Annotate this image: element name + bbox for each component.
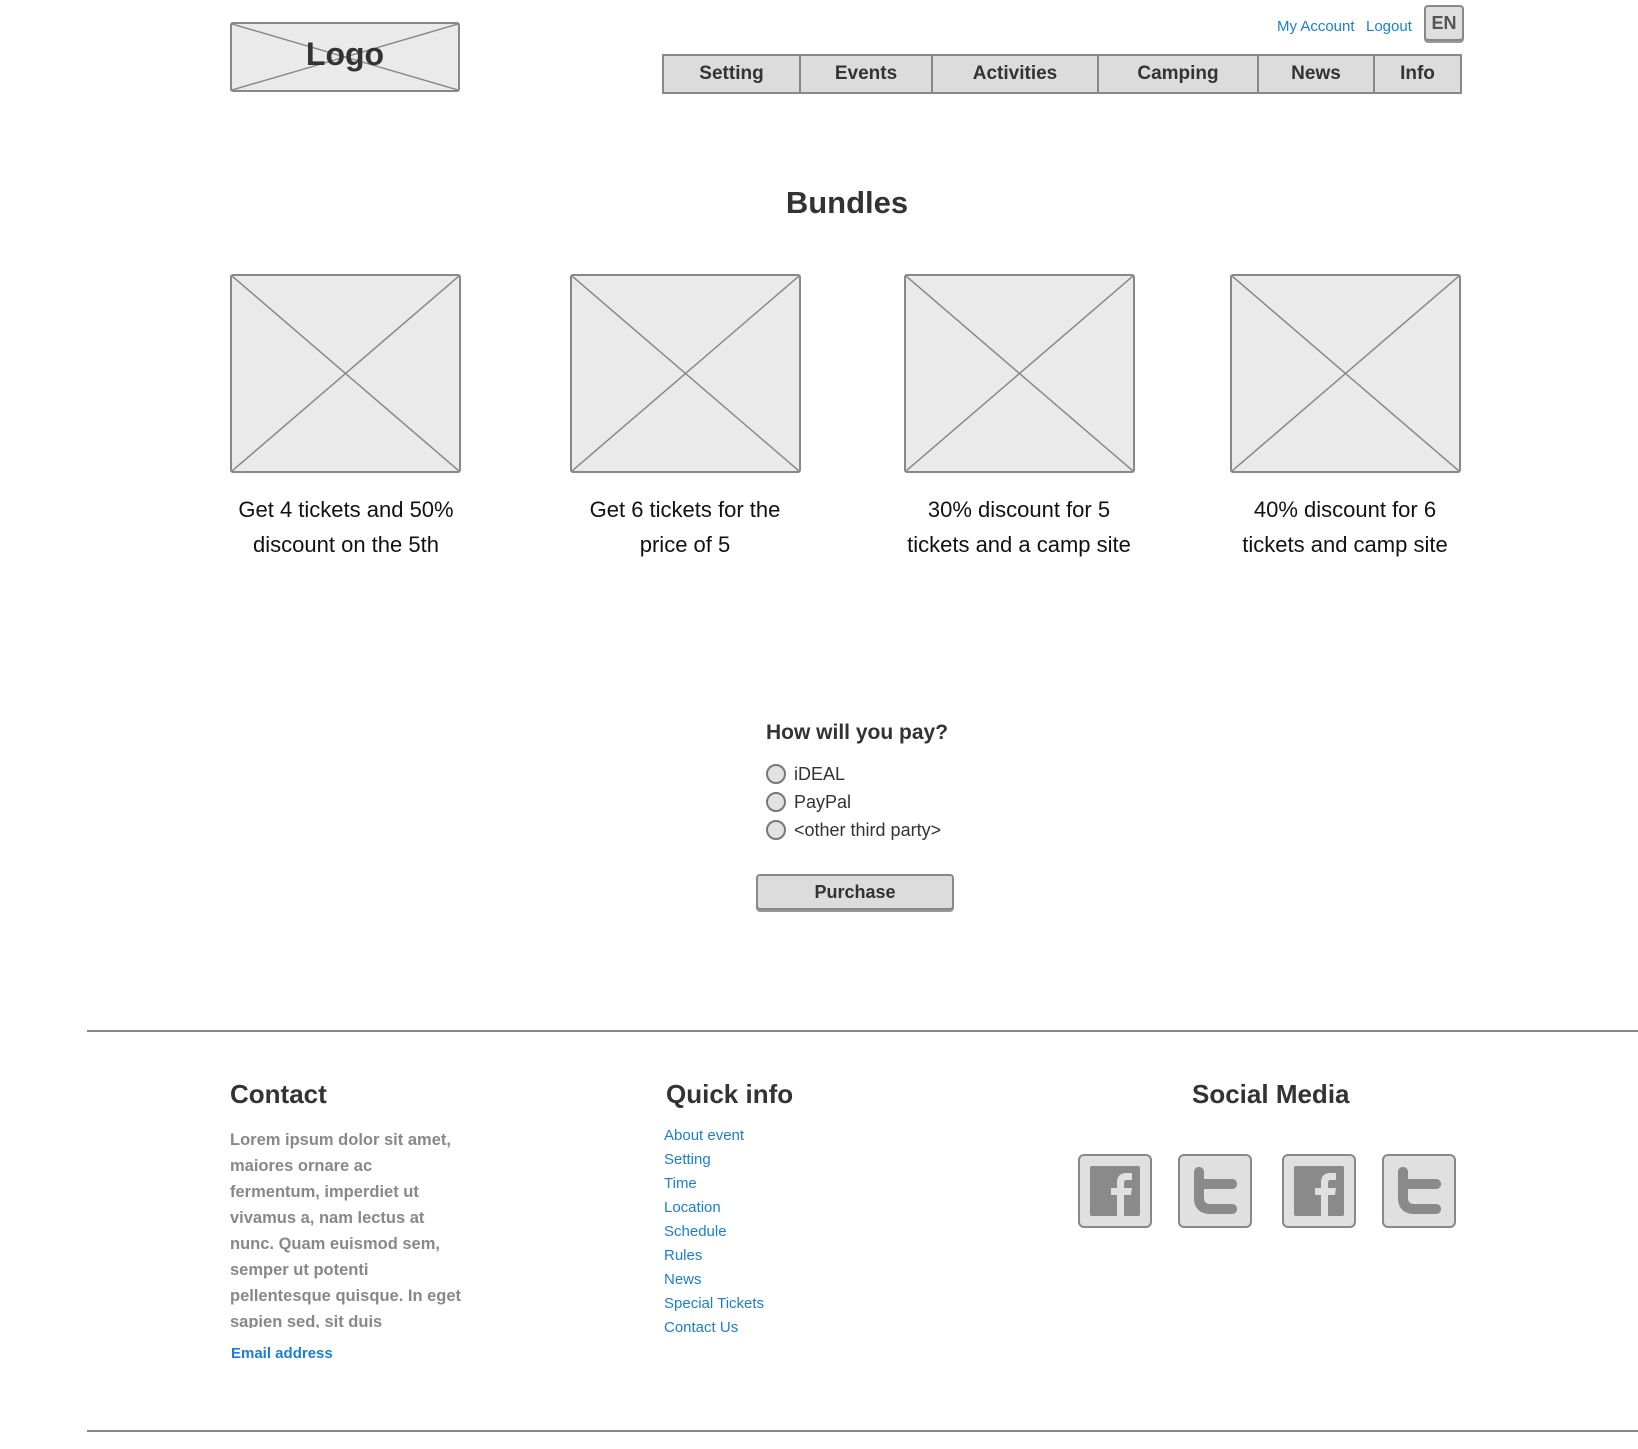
logo-text: Logo (305, 36, 385, 72)
nav-item-activities[interactable]: Activities (933, 56, 1099, 92)
footer-divider (87, 1030, 1638, 1032)
contact-text: Lorem ipsum dolor sit amet, maiores orna… (230, 1131, 462, 1328)
payment-question: How will you pay? (766, 721, 949, 744)
facebook-button[interactable] (1078, 1154, 1152, 1228)
bundle-caption: 40% discount for 6 tickets and camp site (1242, 497, 1448, 557)
my-account-link[interactable]: My Account (1277, 18, 1355, 35)
radio-button[interactable] (766, 820, 786, 840)
quick-info-links: About event Setting Time Location Schedu… (664, 1124, 764, 1340)
footer-bottom-divider (87, 1430, 1638, 1432)
main-nav: Setting Events Activities Camping News I… (662, 54, 1462, 94)
logo[interactable]: Logo (230, 22, 460, 92)
twitter-button[interactable] (1178, 1154, 1252, 1228)
radio-button[interactable] (766, 792, 786, 812)
payment-option-paypal[interactable]: PayPal (766, 790, 851, 814)
quick-link-location[interactable]: Location (664, 1196, 764, 1220)
bundle-image[interactable] (904, 274, 1135, 473)
image-placeholder-icon (232, 276, 459, 471)
radio-button[interactable] (766, 764, 786, 784)
quick-link-special-tickets[interactable]: Special Tickets (664, 1292, 764, 1316)
facebook-button[interactable] (1282, 1154, 1356, 1228)
bundle-caption: Get 6 tickets for the price of 5 (589, 497, 781, 557)
social-media-heading: Social Media (1192, 1079, 1350, 1109)
contact-heading: Contact (230, 1079, 327, 1109)
image-placeholder-icon (906, 276, 1133, 471)
language-button[interactable]: EN (1424, 5, 1464, 41)
bundle-image[interactable] (1230, 274, 1461, 473)
bundle-image[interactable] (230, 274, 461, 473)
payment-option-label: iDEAL (794, 763, 846, 784)
quick-info-heading: Quick info (666, 1079, 794, 1109)
nav-item-camping[interactable]: Camping (1099, 56, 1259, 92)
nav-item-info[interactable]: Info (1375, 56, 1460, 92)
payment-option-ideal[interactable]: iDEAL (766, 762, 845, 786)
quick-link-setting[interactable]: Setting (664, 1148, 764, 1172)
quick-link-contact-us[interactable]: Contact Us (664, 1316, 764, 1340)
payment-option-label: <other third party> (794, 819, 942, 840)
logout-link[interactable]: Logout (1366, 18, 1412, 35)
bundle-caption: 30% discount for 5 tickets and a camp si… (907, 497, 1131, 557)
twitter-icon (1398, 1167, 1441, 1214)
facebook-icon (1090, 1166, 1140, 1216)
purchase-button[interactable]: Purchase (756, 874, 954, 910)
image-placeholder-icon (1232, 276, 1459, 471)
quick-link-time[interactable]: Time (664, 1172, 764, 1196)
twitter-button[interactable] (1382, 1154, 1456, 1228)
twitter-icon (1194, 1167, 1237, 1214)
image-placeholder-icon (572, 276, 799, 471)
nav-item-events[interactable]: Events (801, 56, 933, 92)
payment-option-label: PayPal (794, 791, 852, 812)
bundle-caption: Get 4 tickets and 50% discount on the 5t… (238, 497, 454, 557)
email-address-link[interactable]: Email address (231, 1345, 333, 1362)
quick-link-schedule[interactable]: Schedule (664, 1220, 764, 1244)
payment-option-other[interactable]: <other third party> (766, 818, 941, 842)
nav-item-news[interactable]: News (1259, 56, 1375, 92)
page-title: Bundles (785, 185, 909, 220)
quick-link-rules[interactable]: Rules (664, 1244, 764, 1268)
bundle-image[interactable] (570, 274, 801, 473)
nav-item-setting[interactable]: Setting (664, 56, 801, 92)
quick-link-news[interactable]: News (664, 1268, 764, 1292)
quick-link-about-event[interactable]: About event (664, 1124, 764, 1148)
facebook-icon (1294, 1166, 1344, 1216)
